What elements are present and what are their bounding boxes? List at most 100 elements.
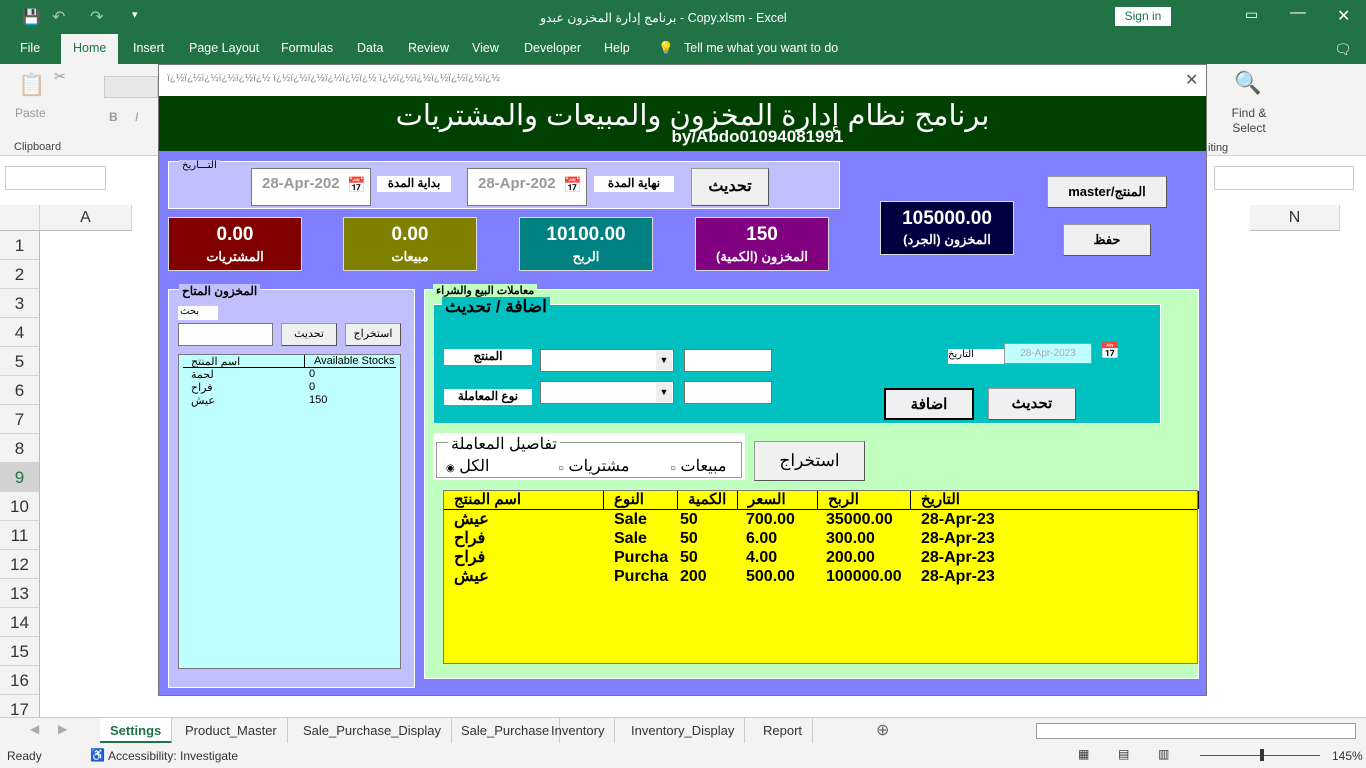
scroll-right-icon[interactable]: ▶	[58, 722, 67, 736]
ribbon-options-icon[interactable]: ▭	[1245, 6, 1258, 23]
select-all[interactable]	[0, 205, 40, 231]
stock-row[interactable]: لحمة 0	[179, 368, 400, 381]
transaction-row[interactable]: فراح Purcha 50 4.00 200.00 28-Apr-23	[444, 548, 1197, 567]
close-icon[interactable]: ✕	[1337, 6, 1350, 26]
page-break-icon[interactable]: ▥	[1158, 747, 1169, 761]
comments-icon[interactable]: 🗨	[1334, 41, 1352, 58]
paste-icon[interactable]: 📋	[18, 72, 45, 98]
column-header-n[interactable]: N	[1250, 205, 1340, 231]
tab-insert[interactable]: Insert	[133, 41, 164, 55]
calendar-icon[interactable]: 📅	[1100, 341, 1120, 361]
italic-button[interactable]: I	[135, 110, 138, 124]
radio-all[interactable]: ◉ الكل	[446, 456, 489, 476]
row-header[interactable]: 4	[0, 318, 40, 347]
tell-me-input[interactable]: Tell me what you want to do	[684, 41, 838, 55]
tab-data[interactable]: Data	[357, 41, 383, 55]
tab-page-layout[interactable]: Page Layout	[189, 41, 259, 55]
name-box[interactable]	[5, 166, 106, 190]
tab-file[interactable]: File	[20, 41, 40, 55]
product-master-button[interactable]: master/المنتج	[1047, 176, 1167, 208]
ready-status: Ready	[7, 749, 42, 763]
scroll-left-icon[interactable]: ◀	[30, 722, 39, 736]
quantity-input[interactable]	[684, 381, 772, 404]
font-name-box[interactable]	[104, 76, 158, 98]
normal-view-icon[interactable]: ▦	[1078, 747, 1089, 761]
row-header[interactable]: 6	[0, 376, 40, 405]
search-input[interactable]	[178, 323, 273, 346]
stock-row[interactable]: عيش 150	[179, 394, 400, 407]
paste-label[interactable]: Paste	[15, 106, 46, 120]
cell-profit: 200.00	[826, 549, 875, 566]
update-button[interactable]: تحديث	[988, 388, 1076, 420]
redo-icon[interactable]: ↷	[90, 7, 103, 27]
row-header[interactable]: 2	[0, 260, 40, 289]
find-select-button[interactable]: Find & Select	[1228, 106, 1270, 136]
row-header[interactable]: 16	[0, 666, 40, 695]
accessibility-status[interactable]: Accessibility: Investigate	[108, 749, 238, 763]
row-header[interactable]: 10	[0, 492, 40, 521]
page-layout-icon[interactable]: ▤	[1118, 747, 1129, 761]
horizontal-scrollbar[interactable]	[1036, 723, 1356, 739]
undo-icon[interactable]: ↶	[52, 7, 65, 27]
minimize-icon[interactable]: —	[1290, 4, 1306, 22]
calendar-icon[interactable]: 📅	[347, 176, 366, 194]
transaction-row[interactable]: فراح Sale 50 6.00 300.00 28-Apr-23	[444, 529, 1197, 548]
dropdown-arrow-icon[interactable]: ▼	[656, 351, 672, 370]
save-icon[interactable]: 💾	[22, 8, 41, 26]
tab-developer[interactable]: Developer	[524, 41, 581, 55]
row-header[interactable]: 14	[0, 608, 40, 637]
sheet-tab[interactable]: Product_Master	[175, 718, 288, 744]
sheet-tab[interactable]: Inventory_Display	[621, 718, 746, 744]
save-button[interactable]: حفظ	[1063, 224, 1151, 256]
extract-transactions-button[interactable]: استخراج	[754, 441, 865, 481]
radio-sales[interactable]: ○ مبيعات	[670, 456, 726, 476]
row-header[interactable]: 8	[0, 434, 40, 463]
sheet-tab[interactable]: Inventory	[541, 718, 616, 744]
transaction-row[interactable]: عيش Purcha 200 500.00 100000.00 28-Apr-23	[444, 567, 1197, 586]
add-button[interactable]: اضافة	[884, 388, 974, 420]
stock-refresh-button[interactable]: تحديث	[281, 323, 337, 346]
product-combobox[interactable]: ▼	[540, 349, 674, 372]
sheet-tab[interactable]: Report	[753, 718, 814, 744]
sheet-tab[interactable]: Sale_Purchase_Display	[293, 718, 453, 744]
row-header[interactable]: 11	[0, 521, 40, 550]
stock-list[interactable]: اسم المنتج Available Stocks لحمة 0 فراح 0 عي…	[178, 354, 401, 669]
transaction-row[interactable]: عيش Sale 50 700.00 35000.00 28-Apr-23	[444, 510, 1197, 529]
formula-input[interactable]	[1214, 166, 1354, 190]
calendar-icon[interactable]: 📅	[563, 176, 582, 194]
tab-home[interactable]: Home	[61, 34, 119, 64]
tab-formulas[interactable]: Formulas	[281, 41, 333, 55]
transactions-list[interactable]: اسم المنتج النوع الكمية السعر الربح التاريخ ع…	[443, 490, 1199, 664]
add-sheet-icon[interactable]: ⊕	[876, 720, 889, 740]
find-icon[interactable]: 🔍	[1234, 70, 1261, 96]
row-header[interactable]: 12	[0, 550, 40, 579]
form-close-icon[interactable]: ✕	[1185, 70, 1198, 90]
tab-view[interactable]: View	[472, 41, 499, 55]
transaction-date-input[interactable]: 28-Apr-2023	[1004, 343, 1092, 364]
zoom-level[interactable]: 145%	[1332, 749, 1363, 763]
row-header[interactable]: 1	[0, 231, 40, 260]
tab-review[interactable]: Review	[408, 41, 449, 55]
cut-icon[interactable]: ✂	[54, 68, 66, 85]
sign-in-button[interactable]: Sign in	[1115, 7, 1171, 26]
row-header[interactable]: 7	[0, 405, 40, 434]
row-header[interactable]: 3	[0, 289, 40, 318]
product-code-input[interactable]	[684, 349, 772, 372]
form-subtitle: by/Abdo01094081991	[671, 127, 844, 146]
dropdown-arrow-icon[interactable]: ▼	[656, 383, 672, 402]
stock-extract-button[interactable]: استخراج	[345, 323, 401, 346]
customize-icon[interactable]: ▾	[132, 8, 138, 21]
radio-purchases[interactable]: ○ مشتريات	[558, 456, 629, 476]
stock-row[interactable]: فراح 0	[179, 381, 400, 394]
row-header[interactable]: 13	[0, 579, 40, 608]
row-header[interactable]: 5	[0, 347, 40, 376]
refresh-dates-button[interactable]: تحديث	[691, 168, 769, 206]
row-header[interactable]: 9	[0, 463, 40, 492]
sheet-tab[interactable]: Settings	[100, 718, 173, 744]
row-header[interactable]: 15	[0, 637, 40, 666]
column-header-a[interactable]: A	[40, 205, 132, 231]
tab-help[interactable]: Help	[604, 41, 630, 55]
bold-button[interactable]: B	[109, 110, 118, 124]
transaction-type-combobox[interactable]: ▼	[540, 381, 674, 404]
zoom-slider-thumb[interactable]	[1260, 749, 1264, 761]
